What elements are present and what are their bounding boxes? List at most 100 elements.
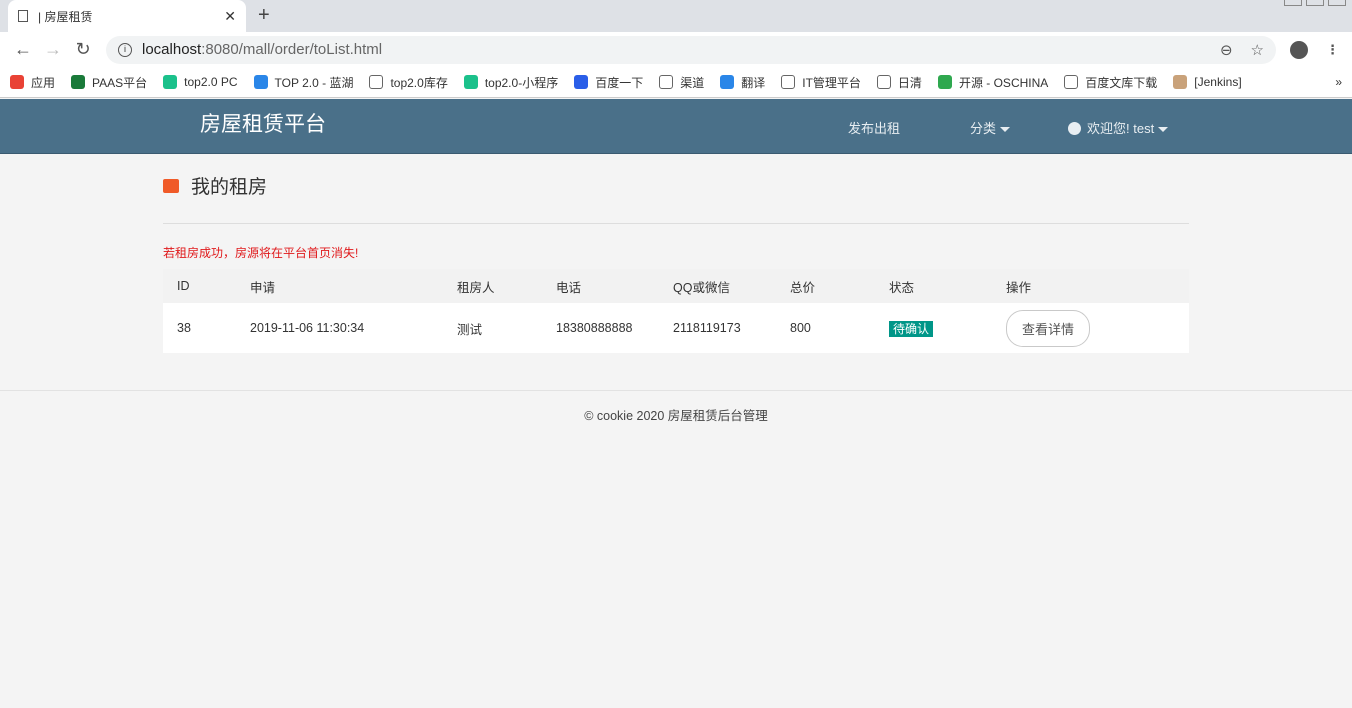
publish-link[interactable]: 发布出租	[848, 118, 900, 137]
bookmark-icon	[1173, 75, 1188, 89]
new-tab-button[interactable]: +	[258, 4, 270, 27]
bookmark-icon	[659, 75, 674, 89]
user-dropdown[interactable]: 欢迎您! test	[1068, 118, 1169, 137]
cell-phone: 18380888888	[542, 303, 659, 353]
address-bar-row: ← → ↻ i localhost:8080/mall/order/toList…	[0, 32, 1352, 67]
cell-applied: 2019-11-06 11:30:34	[236, 303, 443, 353]
status-badge: 待确认	[889, 320, 934, 337]
orders-table: ID 申请 租房人 电话 QQ或微信 总价 状态 操作 38 2019-11-0…	[163, 269, 1189, 353]
bookmark-item[interactable]: top2.0库存	[369, 74, 448, 91]
menu-icon[interactable]: ⋮	[1326, 42, 1339, 58]
close-tab-icon[interactable]: ✕	[224, 8, 236, 25]
bookmark-label: top2.0 PC	[184, 75, 238, 89]
url-input[interactable]: i localhost:8080/mall/order/toList.html …	[106, 35, 1276, 64]
bookmark-icon	[369, 75, 384, 89]
bookmark-item[interactable]: [Jenkins]	[1173, 75, 1242, 89]
bookmark-icon	[574, 75, 589, 89]
browser-tab[interactable]: | 房屋租赁 ✕	[8, 0, 246, 32]
bookmark-icon	[781, 75, 796, 89]
bookmark-label: [Jenkins]	[1194, 75, 1242, 89]
bookmark-label: top2.0-小程序	[484, 75, 559, 90]
bookmark-icon	[720, 75, 735, 89]
cell-qq: 2118119173	[659, 303, 776, 353]
top-navbar: 房屋租赁平台 发布出租 分类 欢迎您! test	[0, 99, 1352, 154]
bookmark-item[interactable]: 渠道	[659, 74, 704, 91]
browser-tab-bar: | 房屋租赁 ✕ +	[0, 0, 1352, 32]
col-qq: QQ或微信	[659, 269, 776, 303]
page-title: 我的租房	[163, 172, 1189, 199]
bookmark-label: top2.0库存	[390, 75, 448, 90]
category-dropdown[interactable]: 分类	[970, 118, 1011, 137]
caret-down-icon	[1000, 127, 1011, 133]
url-host: localhost	[142, 41, 202, 58]
cell-status: 待确认	[875, 303, 992, 353]
bookmark-icon	[253, 75, 268, 89]
reload-icon[interactable]: ↻	[68, 39, 98, 60]
bookmark-label: PAAS平台	[92, 75, 148, 90]
bookmark-icon	[163, 75, 178, 89]
bookmark-label: 百度文库下载	[1085, 75, 1158, 90]
back-icon[interactable]: ←	[8, 39, 38, 60]
gift-icon	[163, 178, 179, 193]
col-action: 操作	[992, 269, 1189, 303]
forward-icon[interactable]: →	[38, 39, 68, 60]
bookmark-label: 开源 - OSCHINA	[958, 75, 1049, 90]
account-icon[interactable]	[1290, 40, 1308, 59]
col-renter: 租房人	[443, 269, 542, 303]
cell-total: 800	[776, 303, 875, 353]
bookmark-label: TOP 2.0 - 蓝湖	[274, 75, 354, 90]
col-status: 状态	[875, 269, 992, 303]
col-applied: 申请	[236, 269, 443, 303]
bookmark-icon	[463, 75, 478, 89]
caret-down-icon	[1158, 127, 1169, 133]
url-path: :8080/mall/order/toList.html	[201, 41, 383, 58]
col-total: 总价	[776, 269, 875, 303]
page-title-text: 我的租房	[191, 177, 268, 198]
user-icon	[1068, 122, 1081, 135]
bookmark-item[interactable]: 百度文库下载	[1064, 74, 1157, 91]
category-label: 分类	[970, 121, 997, 136]
tab-title: | 房屋租赁	[38, 9, 93, 24]
bookmark-icon	[1064, 75, 1079, 89]
bookmarks-bar: 应用 PAAS平台 top2.0 PC TOP 2.0 - 蓝湖 top2.0库存 top…	[0, 67, 1352, 98]
bookmark-item[interactable]: TOP 2.0 - 蓝湖	[253, 74, 354, 91]
bookmark-label: 翻译	[741, 75, 766, 90]
bookmark-item[interactable]: 百度一下	[574, 74, 643, 91]
divider	[163, 223, 1189, 224]
bookmark-item[interactable]: 应用	[10, 74, 55, 91]
cell-renter: 测试	[443, 303, 542, 353]
warning-text: 若租房成功，房源将在平台首页消失!	[163, 246, 359, 260]
bookmark-label: 渠道	[680, 75, 705, 90]
bookmark-icon	[71, 75, 86, 89]
main-content: 我的租房 若租房成功，房源将在平台首页消失! ID 申请 租房人 电话 QQ或微…	[163, 154, 1189, 353]
col-id: ID	[163, 269, 236, 303]
bookmark-icon	[937, 75, 952, 89]
table-row: 38 2019-11-06 11:30:34 测试 18380888888 21…	[163, 303, 1189, 353]
bookmark-label: IT管理平台	[802, 75, 861, 90]
bookmark-icon	[876, 75, 891, 89]
bookmark-item[interactable]: top2.0-小程序	[463, 74, 559, 91]
view-details-button[interactable]: 查看详情	[1006, 309, 1091, 347]
bookmark-label: 应用	[31, 75, 56, 90]
brand-title[interactable]: 房屋租赁平台	[200, 108, 326, 138]
bookmark-item[interactable]: IT管理平台	[781, 74, 861, 91]
user-label: 欢迎您! test	[1087, 121, 1155, 136]
bookmark-label: 百度一下	[595, 75, 644, 90]
window-controls[interactable]	[1284, 0, 1346, 6]
bookmark-item[interactable]: PAAS平台	[71, 74, 147, 91]
bookmark-item[interactable]: 翻译	[720, 74, 765, 91]
cell-id: 38	[163, 303, 236, 353]
col-phone: 电话	[542, 269, 659, 303]
cell-action: 查看详情	[992, 303, 1189, 353]
bookmark-label: 日清	[897, 75, 922, 90]
bookmark-item[interactable]: 开源 - OSCHINA	[937, 74, 1049, 91]
more-bookmarks-button[interactable]: »	[1335, 75, 1342, 89]
footer: © cookie 2020 房屋租赁后台管理	[0, 390, 1352, 424]
zoom-icon[interactable]: ⊖	[1220, 41, 1233, 59]
bookmark-item[interactable]: 日清	[876, 74, 922, 91]
bookmark-item[interactable]: top2.0 PC	[163, 75, 238, 89]
page-icon	[18, 10, 28, 22]
bookmark-icon	[10, 75, 24, 89]
info-icon[interactable]: i	[118, 42, 132, 57]
star-icon[interactable]: ☆	[1251, 41, 1264, 59]
